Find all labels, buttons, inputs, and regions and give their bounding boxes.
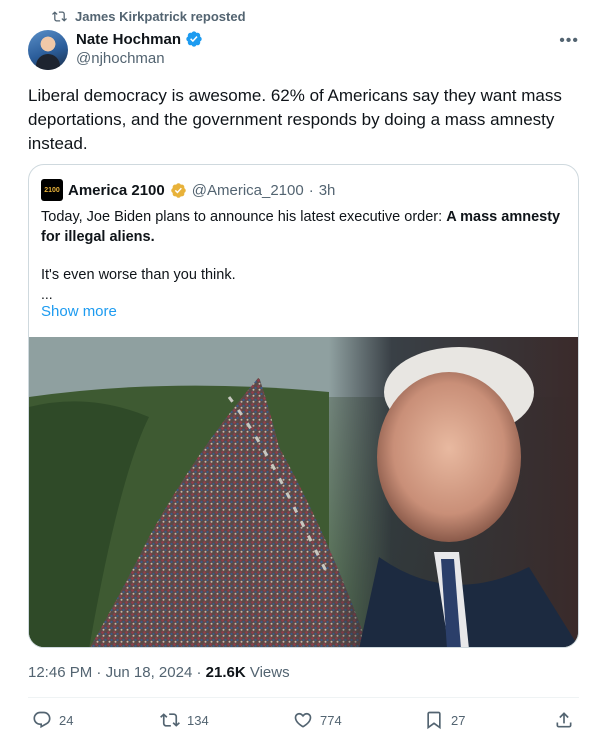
views-separator: ·	[196, 664, 202, 681]
author-handle[interactable]: @njhochman	[76, 50, 203, 67]
share-icon	[556, 712, 572, 728]
repost-header[interactable]: James Kirkpatrick reposted	[52, 9, 246, 24]
bookmark-icon	[427, 711, 441, 730]
show-more-link[interactable]: Show more	[41, 303, 117, 320]
action-bar: 24 134 774 27	[28, 710, 578, 734]
tweet-text: Liberal democracy is awesome. 62% of Ame…	[28, 86, 562, 153]
quote-text-prefix: Today, Joe Biden plans to announce his l…	[41, 209, 447, 225]
quote-paragraph-1: Today, Joe Biden plans to announce his l…	[41, 207, 561, 247]
like-button[interactable]: 774	[293, 710, 342, 730]
tweet-time: 12:46 PM	[28, 664, 93, 681]
avatar[interactable]	[28, 30, 68, 70]
tweet-timestamp[interactable]: 12:46 PM · Jun 18, 2024 · 21.6K Views	[28, 664, 290, 681]
more-options-icon[interactable]: •••	[559, 32, 579, 50]
repost-icon	[52, 11, 67, 22]
share-button[interactable]	[554, 710, 574, 730]
repost-button[interactable]: 134	[160, 710, 209, 730]
heart-icon	[294, 712, 312, 728]
views-count: 21.6K	[205, 664, 246, 681]
reply-icon	[33, 711, 51, 729]
retweet-icon	[160, 713, 180, 727]
tweet-date: Jun 18, 2024	[105, 664, 193, 681]
reply-count: 24	[59, 712, 74, 728]
quote-avatar-logo[interactable]: 2100	[41, 179, 63, 201]
quote-separator: ·	[308, 181, 314, 199]
quote-author-handle[interactable]: @America_2100	[192, 182, 304, 199]
repost-count: 134	[187, 712, 209, 728]
gold-verified-badge-icon	[170, 182, 186, 198]
quote-ellipsis: ...	[41, 286, 53, 302]
timestamp-separator: ·	[96, 664, 102, 681]
author-name[interactable]: Nate Hochman	[76, 31, 181, 48]
repost-label: James Kirkpatrick reposted	[75, 9, 246, 24]
like-count: 774	[320, 712, 342, 728]
bookmark-count: 27	[451, 712, 466, 728]
quote-time[interactable]: 3h	[319, 182, 336, 199]
quote-paragraph-2: It's even worse than you think.	[41, 267, 236, 283]
verified-badge-icon	[186, 31, 202, 47]
quote-photo[interactable]	[29, 337, 578, 647]
bookmark-button[interactable]: 27	[424, 710, 465, 730]
divider	[28, 697, 579, 698]
quote-author-name[interactable]: America 2100	[68, 182, 165, 199]
quoted-tweet[interactable]: 2100 America 2100 @America_2100 · 3h Tod…	[28, 164, 579, 648]
views-label: Views	[249, 664, 290, 681]
reply-button[interactable]: 24	[32, 710, 73, 730]
